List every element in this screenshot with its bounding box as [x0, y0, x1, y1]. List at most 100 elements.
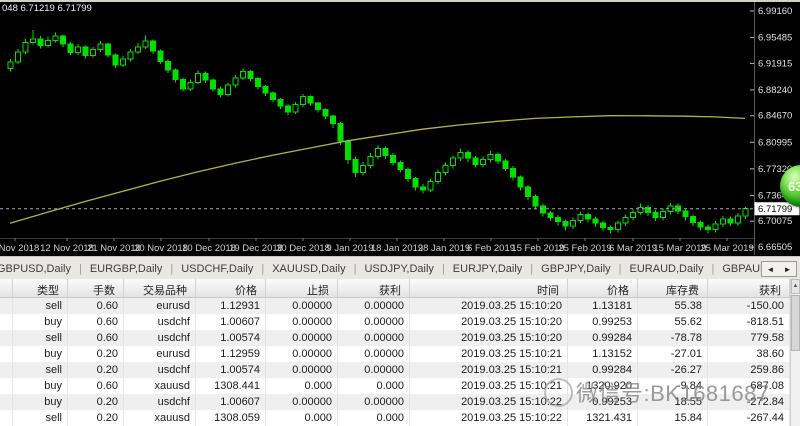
cell-time: 2019.03.25 15:10:20 [410, 298, 568, 314]
cell-take-profit: 0.00000 [338, 298, 410, 314]
column-header-blank[interactable] [0, 279, 13, 297]
svg-text:12 Nov 2018: 12 Nov 2018 [40, 243, 94, 254]
cell-symbol: usdchf [124, 330, 196, 346]
svg-text:6.88240: 6.88240 [758, 85, 792, 96]
chart-tab-gbpjpy[interactable]: GBPJPY,Daily [534, 259, 618, 279]
column-header-symbol[interactable]: 交易品种 [124, 279, 196, 297]
cell-blank [0, 410, 13, 426]
cell-open-price: 1.12959 [196, 346, 266, 362]
cell-swap: 15.84 [638, 410, 708, 426]
cell-open-price: 1.00574 [196, 362, 266, 378]
chart-tab-eurjpy[interactable]: EURJPY,Daily [446, 259, 530, 279]
chart-tab-usdjpy[interactable]: USDJPY,Daily [357, 259, 441, 279]
svg-text:6.71799: 6.71799 [758, 204, 792, 215]
column-header-take-profit[interactable]: 获利 [338, 279, 410, 297]
cell-blank [0, 330, 13, 346]
column-header-price[interactable]: 价格 [568, 279, 638, 297]
cell-profit: -818.51 [708, 314, 790, 330]
cell-time: 2019.03.25 15:10:21 [410, 346, 568, 362]
cell-stop-loss: 0.00000 [266, 298, 338, 314]
cell-lots: 0.60 [68, 314, 124, 330]
column-header-stop-loss[interactable]: 止损 [266, 279, 338, 297]
cell-stop-loss: 0.000 [266, 410, 338, 426]
chart-tab-eurgbp[interactable]: EURGBP,Daily [83, 259, 170, 279]
price-chart[interactable]: 6.991606.954856.919156.882406.846706.809… [0, 0, 800, 256]
table-scrollbar[interactable]: ▲ [790, 279, 800, 426]
tab-scroll-left-icon[interactable]: ◄ [767, 265, 775, 274]
chart-tab-xauusd[interactable]: XAUUSD,Daily [265, 259, 352, 279]
scroll-up-button[interactable]: ▲ [791, 279, 800, 294]
cell-lots: 0.60 [68, 330, 124, 346]
cell-stop-loss: 0.00000 [266, 362, 338, 378]
cell-open-price: 1.00607 [196, 314, 266, 330]
cell-open-price: 1.00607 [196, 394, 266, 410]
cell-symbol: usdchf [124, 362, 196, 378]
chart-tab-euraud[interactable]: EURAUD,Daily [623, 259, 711, 279]
window-edge [0, 0, 800, 2]
trade-row[interactable]: buy0.20eurusd1.129590.000000.000002019.0… [0, 346, 790, 362]
cell-type: buy [13, 314, 68, 330]
cell-type: sell [13, 410, 68, 426]
svg-text:28 Jan 2019: 28 Jan 2019 [418, 243, 470, 254]
cell-blank [0, 346, 13, 362]
chart-tab-usdchf[interactable]: USDCHF,Daily [174, 259, 260, 279]
cell-open-price: 1308.441 [196, 378, 266, 394]
cell-blank [0, 298, 13, 314]
svg-text:19 Dec 2018: 19 Dec 2018 [229, 243, 283, 254]
cell-open-price: 1308.059 [196, 410, 266, 426]
svg-text:6.95485: 6.95485 [758, 33, 792, 44]
chart-tabs: GBPUSD,Daily|EURGBP,Daily|USDCHF,Daily|X… [0, 257, 800, 279]
cell-swap: 55.38 [638, 298, 708, 314]
cell-symbol: eurusd [124, 346, 196, 362]
cell-open-price: 1.00574 [196, 330, 266, 346]
cell-lots: 0.60 [68, 378, 124, 394]
cell-take-profit: 0.00000 [338, 394, 410, 410]
trade-row[interactable]: sell0.20xauusd1308.0590.0000.0002019.03.… [0, 410, 790, 426]
cell-time: 2019.03.25 15:10:20 [410, 330, 568, 346]
cell-profit: -150.00 [708, 298, 790, 314]
cell-swap: -78.78 [638, 330, 708, 346]
cell-price: 0.99284 [568, 330, 638, 346]
watermark-logo-icon [544, 378, 573, 407]
column-header-time[interactable]: 时间 [410, 279, 568, 297]
svg-text:6.66505: 6.66505 [758, 242, 792, 253]
cell-take-profit: 0.00000 [338, 346, 410, 362]
cell-price: 1321.431 [568, 410, 638, 426]
chart-tab-bar: GBPUSD,Daily|EURGBP,Daily|USDCHF,Daily|X… [0, 256, 800, 279]
cell-time: 2019.03.25 15:10:22 [410, 410, 568, 426]
trade-row[interactable]: buy0.60usdchf1.006070.000000.000002019.0… [0, 314, 790, 330]
cell-lots: 0.20 [68, 410, 124, 426]
cell-blank [0, 362, 13, 378]
svg-text:9 Jan 2019: 9 Jan 2019 [326, 243, 373, 254]
cell-blank [0, 314, 13, 330]
cell-symbol: eurusd [124, 298, 196, 314]
cell-type: sell [13, 298, 68, 314]
cell-take-profit: 0.000 [338, 410, 410, 426]
svg-text:30 Dec 2018: 30 Dec 2018 [276, 243, 330, 254]
trade-row[interactable]: sell0.60eurusd1.129310.000000.000002019.… [0, 298, 790, 314]
svg-text:10 Dec 2018: 10 Dec 2018 [182, 243, 236, 254]
cell-stop-loss: 0.00000 [266, 314, 338, 330]
column-header-type[interactable]: 类型 [13, 279, 68, 297]
svg-text:2 Nov 2018: 2 Nov 2018 [0, 243, 39, 254]
cell-take-profit: 0.00000 [338, 362, 410, 378]
scrollbar-thumb[interactable] [791, 295, 800, 351]
cell-lots: 0.60 [68, 298, 124, 314]
svg-text:25 Mar 2019: 25 Mar 2019 [700, 243, 753, 254]
chart-tab-gbpusd[interactable]: GBPUSD,Daily [0, 259, 78, 279]
cell-stop-loss: 0.00000 [266, 394, 338, 410]
column-header-open-price[interactable]: 价格 [196, 279, 266, 297]
svg-text:6.80995: 6.80995 [758, 137, 792, 148]
column-header-swap[interactable]: 库存费 [638, 279, 708, 297]
cell-price: 1.13152 [568, 346, 638, 362]
trade-row[interactable]: sell0.60usdchf1.005740.000000.000002019.… [0, 330, 790, 346]
column-header-lots[interactable]: 手数 [68, 279, 124, 297]
cell-price: 0.99253 [568, 314, 638, 330]
svg-text:15 Feb 2019: 15 Feb 2019 [511, 243, 564, 254]
cell-open-price: 1.12931 [196, 298, 266, 314]
tab-scroll-right-icon[interactable]: ► [784, 265, 792, 274]
svg-text:6 Mar 2019: 6 Mar 2019 [609, 243, 657, 254]
svg-text:6.70075: 6.70075 [758, 216, 792, 227]
tab-scroll-box: ◄ ► [761, 261, 797, 277]
column-header-profit[interactable]: 获利 [708, 279, 790, 297]
